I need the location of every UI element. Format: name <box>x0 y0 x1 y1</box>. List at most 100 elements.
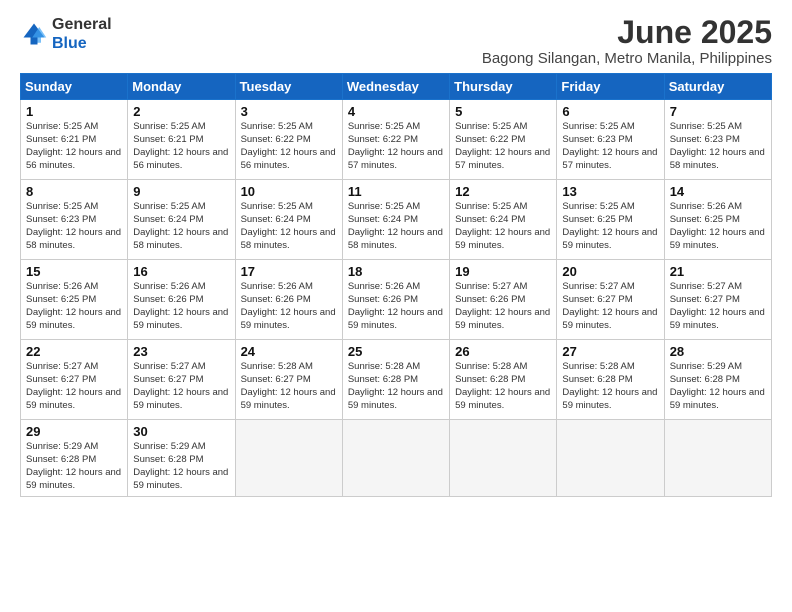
day-number: 20 <box>562 264 658 279</box>
title-block: June 2025 Bagong Silangan, Metro Manila,… <box>482 15 772 67</box>
table-row: 30 Sunrise: 5:29 AMSunset: 6:28 PMDaylig… <box>128 420 235 497</box>
day-number: 17 <box>241 264 337 279</box>
day-number: 26 <box>455 344 551 359</box>
day-number: 2 <box>133 104 229 119</box>
page: General Blue June 2025 Bagong Silangan, … <box>0 0 792 612</box>
day-number: 13 <box>562 184 658 199</box>
table-row: 29 Sunrise: 5:29 AMSunset: 6:28 PMDaylig… <box>21 420 128 497</box>
table-row: 16 Sunrise: 5:26 AMSunset: 6:26 PMDaylig… <box>128 260 235 340</box>
table-row: 18 Sunrise: 5:26 AMSunset: 6:26 PMDaylig… <box>342 260 449 340</box>
day-number: 10 <box>241 184 337 199</box>
table-row: 8 Sunrise: 5:25 AMSunset: 6:23 PMDayligh… <box>21 180 128 260</box>
day-number: 24 <box>241 344 337 359</box>
table-row: 3 Sunrise: 5:25 AMSunset: 6:22 PMDayligh… <box>235 100 342 180</box>
day-number: 16 <box>133 264 229 279</box>
calendar-table: Sunday Monday Tuesday Wednesday Thursday… <box>20 73 772 497</box>
table-row: 2 Sunrise: 5:25 AMSunset: 6:21 PMDayligh… <box>128 100 235 180</box>
day-info: Sunrise: 5:25 AMSunset: 6:23 PMDaylight:… <box>670 121 766 172</box>
day-info: Sunrise: 5:27 AMSunset: 6:27 PMDaylight:… <box>133 361 229 412</box>
day-number: 22 <box>26 344 122 359</box>
day-number: 23 <box>133 344 229 359</box>
table-row: 19 Sunrise: 5:27 AMSunset: 6:26 PMDaylig… <box>450 260 557 340</box>
day-number: 29 <box>26 424 122 439</box>
col-saturday: Saturday <box>664 74 771 100</box>
day-number: 25 <box>348 344 444 359</box>
day-info: Sunrise: 5:29 AMSunset: 6:28 PMDaylight:… <box>133 441 229 492</box>
day-number: 4 <box>348 104 444 119</box>
col-wednesday: Wednesday <box>342 74 449 100</box>
day-info: Sunrise: 5:25 AMSunset: 6:21 PMDaylight:… <box>26 121 122 172</box>
table-row: 14 Sunrise: 5:26 AMSunset: 6:25 PMDaylig… <box>664 180 771 260</box>
col-sunday: Sunday <box>21 74 128 100</box>
day-number: 30 <box>133 424 229 439</box>
table-row: 17 Sunrise: 5:26 AMSunset: 6:26 PMDaylig… <box>235 260 342 340</box>
day-info: Sunrise: 5:25 AMSunset: 6:22 PMDaylight:… <box>455 121 551 172</box>
day-info: Sunrise: 5:27 AMSunset: 6:27 PMDaylight:… <box>670 281 766 332</box>
day-info: Sunrise: 5:26 AMSunset: 6:26 PMDaylight:… <box>348 281 444 332</box>
day-info: Sunrise: 5:27 AMSunset: 6:26 PMDaylight:… <box>455 281 551 332</box>
day-info: Sunrise: 5:29 AMSunset: 6:28 PMDaylight:… <box>670 361 766 412</box>
day-info: Sunrise: 5:25 AMSunset: 6:23 PMDaylight:… <box>26 201 122 252</box>
table-row: 6 Sunrise: 5:25 AMSunset: 6:23 PMDayligh… <box>557 100 664 180</box>
table-row: 24 Sunrise: 5:28 AMSunset: 6:27 PMDaylig… <box>235 340 342 420</box>
calendar-header-row: Sunday Monday Tuesday Wednesday Thursday… <box>21 74 772 100</box>
logo-blue: Blue <box>52 35 87 52</box>
table-row: 4 Sunrise: 5:25 AMSunset: 6:22 PMDayligh… <box>342 100 449 180</box>
table-row: 7 Sunrise: 5:25 AMSunset: 6:23 PMDayligh… <box>664 100 771 180</box>
logo-general: General <box>52 16 112 33</box>
table-row: 26 Sunrise: 5:28 AMSunset: 6:28 PMDaylig… <box>450 340 557 420</box>
col-tuesday: Tuesday <box>235 74 342 100</box>
table-row: 25 Sunrise: 5:28 AMSunset: 6:28 PMDaylig… <box>342 340 449 420</box>
col-friday: Friday <box>557 74 664 100</box>
day-number: 9 <box>133 184 229 199</box>
day-number: 21 <box>670 264 766 279</box>
day-number: 19 <box>455 264 551 279</box>
day-number: 15 <box>26 264 122 279</box>
table-row: 12 Sunrise: 5:25 AMSunset: 6:24 PMDaylig… <box>450 180 557 260</box>
table-row: 27 Sunrise: 5:28 AMSunset: 6:28 PMDaylig… <box>557 340 664 420</box>
table-row: 5 Sunrise: 5:25 AMSunset: 6:22 PMDayligh… <box>450 100 557 180</box>
day-number: 28 <box>670 344 766 359</box>
day-number: 7 <box>670 104 766 119</box>
col-thursday: Thursday <box>450 74 557 100</box>
day-number: 3 <box>241 104 337 119</box>
day-number: 6 <box>562 104 658 119</box>
logo-icon <box>20 20 48 48</box>
day-number: 18 <box>348 264 444 279</box>
month-title: June 2025 <box>482 15 772 50</box>
logo: General Blue <box>20 15 112 53</box>
day-number: 11 <box>348 184 444 199</box>
table-row: 9 Sunrise: 5:25 AMSunset: 6:24 PMDayligh… <box>128 180 235 260</box>
day-info: Sunrise: 5:25 AMSunset: 6:24 PMDaylight:… <box>455 201 551 252</box>
table-row: 22 Sunrise: 5:27 AMSunset: 6:27 PMDaylig… <box>21 340 128 420</box>
logo-text: General Blue <box>52 15 112 53</box>
day-info: Sunrise: 5:28 AMSunset: 6:28 PMDaylight:… <box>348 361 444 412</box>
day-number: 8 <box>26 184 122 199</box>
table-row: 28 Sunrise: 5:29 AMSunset: 6:28 PMDaylig… <box>664 340 771 420</box>
day-info: Sunrise: 5:26 AMSunset: 6:26 PMDaylight:… <box>241 281 337 332</box>
day-info: Sunrise: 5:28 AMSunset: 6:28 PMDaylight:… <box>455 361 551 412</box>
day-info: Sunrise: 5:25 AMSunset: 6:24 PMDaylight:… <box>241 201 337 252</box>
day-info: Sunrise: 5:25 AMSunset: 6:22 PMDaylight:… <box>241 121 337 172</box>
col-monday: Monday <box>128 74 235 100</box>
day-info: Sunrise: 5:28 AMSunset: 6:27 PMDaylight:… <box>241 361 337 412</box>
day-info: Sunrise: 5:27 AMSunset: 6:27 PMDaylight:… <box>562 281 658 332</box>
table-row: 21 Sunrise: 5:27 AMSunset: 6:27 PMDaylig… <box>664 260 771 340</box>
day-number: 12 <box>455 184 551 199</box>
day-info: Sunrise: 5:25 AMSunset: 6:23 PMDaylight:… <box>562 121 658 172</box>
table-row: 13 Sunrise: 5:25 AMSunset: 6:25 PMDaylig… <box>557 180 664 260</box>
day-info: Sunrise: 5:25 AMSunset: 6:21 PMDaylight:… <box>133 121 229 172</box>
day-info: Sunrise: 5:25 AMSunset: 6:25 PMDaylight:… <box>562 201 658 252</box>
day-info: Sunrise: 5:27 AMSunset: 6:27 PMDaylight:… <box>26 361 122 412</box>
header: General Blue June 2025 Bagong Silangan, … <box>20 15 772 67</box>
table-row: 15 Sunrise: 5:26 AMSunset: 6:25 PMDaylig… <box>21 260 128 340</box>
table-row: 23 Sunrise: 5:27 AMSunset: 6:27 PMDaylig… <box>128 340 235 420</box>
day-info: Sunrise: 5:28 AMSunset: 6:28 PMDaylight:… <box>562 361 658 412</box>
table-row: 20 Sunrise: 5:27 AMSunset: 6:27 PMDaylig… <box>557 260 664 340</box>
day-info: Sunrise: 5:29 AMSunset: 6:28 PMDaylight:… <box>26 441 122 492</box>
day-number: 14 <box>670 184 766 199</box>
day-info: Sunrise: 5:25 AMSunset: 6:22 PMDaylight:… <box>348 121 444 172</box>
day-info: Sunrise: 5:25 AMSunset: 6:24 PMDaylight:… <box>133 201 229 252</box>
table-row: 11 Sunrise: 5:25 AMSunset: 6:24 PMDaylig… <box>342 180 449 260</box>
day-info: Sunrise: 5:26 AMSunset: 6:26 PMDaylight:… <box>133 281 229 332</box>
